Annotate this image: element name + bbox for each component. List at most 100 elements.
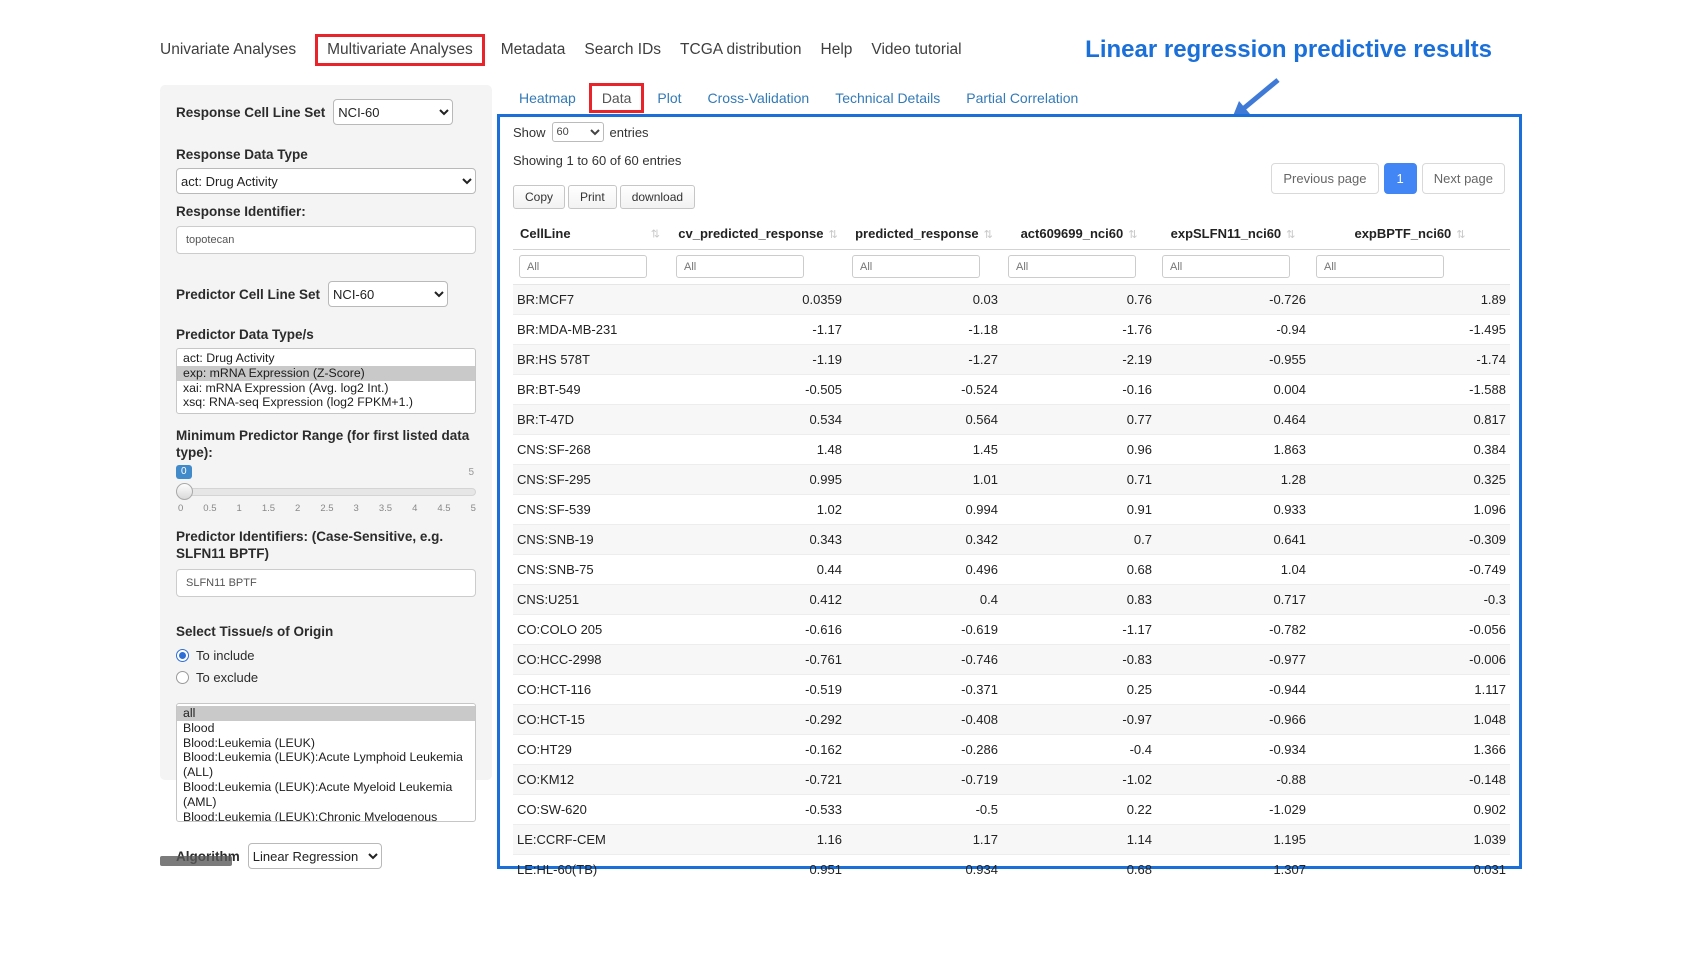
sort-icon[interactable]: ⇅ [984, 229, 993, 241]
column-header-cv-predicted-response[interactable]: cv_predicted_response⇅ [670, 218, 846, 250]
column-filter-input-cv-predicted-response[interactable] [676, 255, 804, 278]
cell-value: 0.496 [846, 555, 1002, 585]
listbox-option-blood-leukemia-leuk-chronic-myelogenous-leukemia-cml[interactable]: Blood:Leukemia (LEUK):Chronic Myelogenou… [177, 810, 475, 822]
slider-tick: 2.5 [320, 503, 333, 514]
show-entries-row: Show 60 entries [513, 122, 1507, 142]
cell-value: -1.76 [1002, 315, 1156, 345]
cell-line-name: BR:MCF7 [513, 285, 670, 315]
sort-icon[interactable]: ⇅ [1128, 229, 1137, 241]
tab-technical-details[interactable]: Technical Details [822, 83, 953, 113]
download-button[interactable]: download [620, 185, 695, 209]
column-header-cellline[interactable]: CellLine⇅ [513, 218, 670, 250]
cell-value: -2.19 [1002, 345, 1156, 375]
tissue-origin-listbox[interactable]: allBloodBlood:Leukemia (LEUK)Blood:Leuke… [176, 703, 476, 822]
table-body: BR:MCF70.03590.030.76-0.7261.89BR:MDA-MB… [513, 285, 1510, 885]
cell-value: 0.83 [1002, 585, 1156, 615]
cell-line-name: BR:MDA-MB-231 [513, 315, 670, 345]
table-row: CNS:SNB-750.440.4960.681.04-0.749 [513, 555, 1510, 585]
listbox-option-xsq-rna-seq-expression-log2-fpkm-1[interactable]: xsq: RNA-seq Expression (log2 FPKM+1.) [177, 395, 475, 410]
nav-item-univariate-analyses[interactable]: Univariate Analyses [160, 41, 296, 59]
cell-value: 1.048 [1310, 705, 1510, 735]
cell-value: 0.995 [670, 465, 846, 495]
nav-item-tcga-distribution[interactable]: TCGA distribution [680, 41, 801, 59]
results-table: CellLine⇅cv_predicted_response⇅predicted… [513, 218, 1510, 884]
slider-track[interactable] [176, 488, 476, 496]
column-filter-input-predicted-response[interactable] [852, 255, 980, 278]
column-filter-input-act609699-nci60[interactable] [1008, 255, 1136, 278]
cell-value: 1.039 [1310, 825, 1510, 855]
sort-icon[interactable]: ⇅ [1286, 229, 1295, 241]
tab-cross-validation[interactable]: Cross-Validation [695, 83, 823, 113]
algorithm-select[interactable]: Linear Regression [248, 843, 382, 869]
cell-value: -0.616 [670, 615, 846, 645]
cell-value: 0.96 [1002, 435, 1156, 465]
column-header-label: expBPTF_nci60 [1354, 226, 1451, 241]
listbox-option-all[interactable]: all [177, 706, 475, 721]
slider-tick: 4 [412, 503, 417, 514]
filter-cell [670, 250, 846, 285]
cell-value: -1.27 [846, 345, 1002, 375]
table-row: CO:HCT-15-0.292-0.408-0.97-0.9661.048 [513, 705, 1510, 735]
cell-line-name: CO:KM12 [513, 765, 670, 795]
response-cell-line-set-select[interactable]: NCI-60 [333, 99, 453, 125]
listbox-option-blood-leukemia-leuk-acute-myeloid-leukemia-aml[interactable]: Blood:Leukemia (LEUK):Acute Myeloid Leuk… [177, 780, 475, 810]
nav-item-metadata[interactable]: Metadata [501, 41, 566, 59]
column-filter-input-expbptf-nci60[interactable] [1316, 255, 1444, 278]
copy-button[interactable]: Copy [513, 185, 565, 209]
slider-handle[interactable] [176, 483, 193, 500]
listbox-option-act-drug-activity[interactable]: act: Drug Activity [177, 351, 475, 366]
listbox-option-blood-leukemia-leuk-acute-lymphoid-leukemia-all[interactable]: Blood:Leukemia (LEUK):Acute Lymphoid Leu… [177, 750, 475, 780]
cell-value: 0.4 [846, 585, 1002, 615]
table-row: CO:HCC-2998-0.761-0.746-0.83-0.977-0.006 [513, 645, 1510, 675]
entries-per-page-select[interactable]: 60 [552, 122, 604, 142]
column-header-expslfn11-nci60[interactable]: expSLFN11_nci60⇅ [1156, 218, 1310, 250]
next-page-button[interactable]: Next page [1422, 163, 1505, 194]
cell-value: -0.955 [1156, 345, 1310, 375]
tab-plot[interactable]: Plot [644, 83, 694, 113]
cell-value: -0.97 [1002, 705, 1156, 735]
cell-value: -1.17 [1002, 615, 1156, 645]
listbox-option-blood-leukemia-leuk[interactable]: Blood:Leukemia (LEUK) [177, 736, 475, 751]
cutoff-element [160, 856, 232, 866]
sort-icon[interactable]: ⇅ [1456, 229, 1465, 241]
tissue-exclude-radio[interactable]: To exclude [176, 670, 476, 685]
current-page-button[interactable]: 1 [1384, 163, 1417, 194]
cell-value: -0.719 [846, 765, 1002, 795]
tissue-include-radio[interactable]: To include [176, 648, 476, 663]
tab-partial-correlation[interactable]: Partial Correlation [953, 83, 1091, 113]
listbox-option-xai-mrna-expression-avg-log2-int[interactable]: xai: mRNA Expression (Avg. log2 Int.) [177, 381, 475, 396]
predictor-identifiers-input[interactable] [176, 569, 476, 597]
listbox-option-exp-mrna-expression-z-score[interactable]: exp: mRNA Expression (Z-Score) [177, 366, 475, 381]
cell-value: -0.761 [670, 645, 846, 675]
nav-item-video-tutorial[interactable]: Video tutorial [871, 41, 961, 59]
min-predictor-range-slider[interactable]: 0 5 00.511.522.533.544.55 [176, 465, 476, 519]
tab-data[interactable]: Data [589, 83, 645, 113]
column-filter-input-cellline[interactable] [519, 255, 647, 278]
column-header-act609699-nci60[interactable]: act609699_nci60⇅ [1002, 218, 1156, 250]
cell-line-name: LE:HL-60(TB) [513, 855, 670, 885]
cell-value: -0.782 [1156, 615, 1310, 645]
cell-value: -0.162 [670, 735, 846, 765]
predictor-cell-line-set-select[interactable]: NCI-60 [328, 281, 448, 307]
cell-line-name: BR:BT-549 [513, 375, 670, 405]
cell-value: -0.408 [846, 705, 1002, 735]
nav-item-help[interactable]: Help [821, 41, 853, 59]
sort-icon[interactable]: ⇅ [651, 227, 660, 240]
listbox-option-blood[interactable]: Blood [177, 721, 475, 736]
column-filter-input-expslfn11-nci60[interactable] [1162, 255, 1290, 278]
cell-value: -1.18 [846, 315, 1002, 345]
response-data-type-select[interactable]: act: Drug Activity [176, 168, 476, 194]
print-button[interactable]: Print [568, 185, 617, 209]
previous-page-button[interactable]: Previous page [1271, 163, 1378, 194]
sort-icon[interactable]: ⇅ [829, 229, 838, 241]
tab-heatmap[interactable]: Heatmap [506, 83, 589, 113]
cell-line-name: LE:CCRF-CEM [513, 825, 670, 855]
predictor-data-type-listbox[interactable]: act: Drug Activityexp: mRNA Expression (… [176, 348, 476, 414]
response-identifier-input[interactable] [176, 226, 476, 254]
nav-item-search-ids[interactable]: Search IDs [584, 41, 661, 59]
column-header-expbptf-nci60[interactable]: expBPTF_nci60 ⇅ [1310, 218, 1510, 250]
cell-line-name: CNS:SNB-75 [513, 555, 670, 585]
column-header-predicted-response[interactable]: predicted_response⇅ [846, 218, 1002, 250]
slider-tick: 3.5 [379, 503, 392, 514]
nav-item-multivariate-analyses[interactable]: Multivariate Analyses [315, 34, 485, 66]
